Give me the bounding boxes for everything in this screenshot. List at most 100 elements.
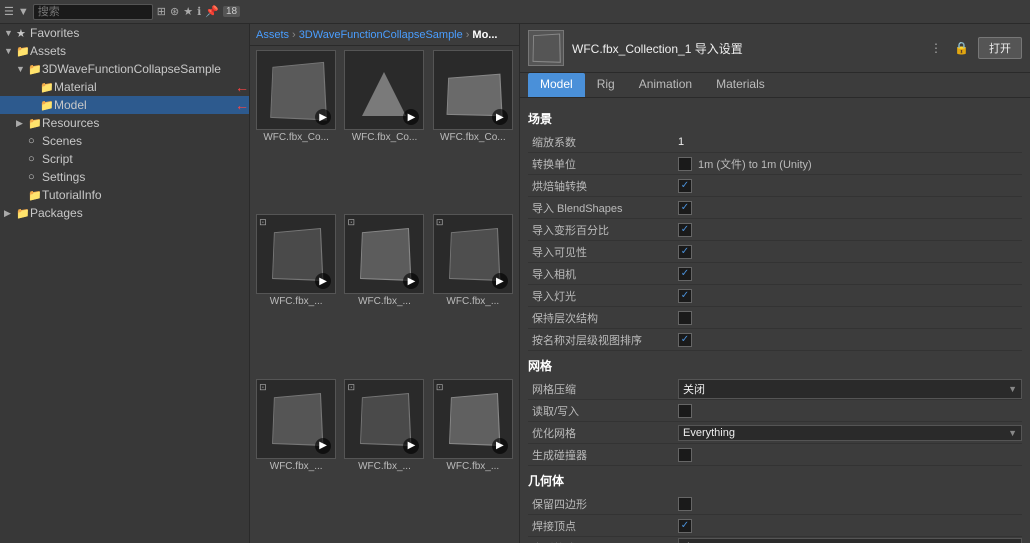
prop-deform-checkbox[interactable] bbox=[678, 223, 692, 237]
search-input[interactable] bbox=[33, 4, 153, 20]
inspector-tab-bar: Model Rig Animation Materials bbox=[520, 73, 1030, 98]
inspector-actions: ⋮ 🔒 打开 bbox=[927, 37, 1022, 59]
tab-animation[interactable]: Animation bbox=[627, 73, 704, 97]
sidebar-item-favorites[interactable]: ▼ ★ Favorites bbox=[0, 24, 249, 42]
asset-thumbnail: ▶ bbox=[256, 50, 336, 130]
asset-label: WFC.fbx_... bbox=[344, 296, 424, 307]
folder-icon: 📁 bbox=[16, 45, 30, 58]
folder-packages-label: Packages bbox=[30, 206, 249, 220]
prop-rw-checkbox[interactable] bbox=[678, 404, 692, 418]
prop-quads-checkbox[interactable] bbox=[678, 497, 692, 511]
sidebar-item-resources[interactable]: ▶ 📁 Resources bbox=[0, 114, 249, 132]
open-button[interactable]: 打开 bbox=[978, 37, 1022, 59]
tab-model[interactable]: Model bbox=[528, 73, 585, 97]
sidebar-item-material[interactable]: ▶ 📁 Material ← bbox=[0, 78, 249, 96]
asset-thumbnail: ⊡ ▶ bbox=[344, 214, 424, 294]
breadcrumb-current: Mo... bbox=[472, 29, 497, 41]
list-item[interactable]: ⊡ ▶ WFC.fbx_... bbox=[254, 379, 338, 539]
play-icon: ▶ bbox=[315, 438, 331, 454]
prop-sort-checkbox[interactable] bbox=[678, 333, 692, 347]
prop-quads-label: 保留四边形 bbox=[528, 496, 678, 512]
list-item[interactable]: ⊡ ▶ WFC.fbx_... bbox=[254, 214, 338, 374]
prop-mesh-compress: 网格压缩 关闭 ▼ bbox=[528, 378, 1022, 400]
prop-compress-dropdown[interactable]: 关闭 ▼ bbox=[678, 379, 1022, 399]
tab-rig[interactable]: Rig bbox=[585, 73, 627, 97]
prop-collider-checkbox[interactable] bbox=[678, 448, 692, 462]
menu-icon[interactable]: ☰ bbox=[4, 5, 14, 18]
breadcrumb: Assets › 3DWaveFunctionCollapseSample › … bbox=[250, 24, 519, 46]
prop-scale-value[interactable]: 1 bbox=[678, 136, 1022, 148]
asset-thumbnail: ⊡ ▶ bbox=[433, 214, 513, 294]
sidebar-item-tutorialinfo[interactable]: ▶ 📁 TutorialInfo bbox=[0, 186, 249, 204]
tab-materials[interactable]: Materials bbox=[704, 73, 777, 97]
list-item[interactable]: ▶ WFC.fbx_Co... bbox=[431, 50, 515, 210]
prop-light-label: 导入灯光 bbox=[528, 288, 678, 304]
folder-scenes-icon: ○ bbox=[28, 135, 42, 147]
sidebar-item-scenes[interactable]: ▶ ○ Scenes bbox=[0, 132, 249, 150]
prop-bake-checkbox[interactable] bbox=[678, 179, 692, 193]
prop-collider-label: 生成碰撞器 bbox=[528, 447, 678, 463]
layout-icon[interactable]: ⊞ bbox=[157, 5, 166, 18]
prop-weld-label: 焊接顶点 bbox=[528, 518, 678, 534]
prop-read-write: 读取/写入 bbox=[528, 400, 1022, 422]
play-icon: ▶ bbox=[403, 109, 419, 125]
asset-label: WFC.fbx_Co... bbox=[433, 132, 513, 143]
asset-thumbnail: ⊡ ▶ bbox=[256, 214, 336, 294]
play-icon: ▶ bbox=[492, 109, 508, 125]
prop-deform-label: 导入变形百分比 bbox=[528, 222, 678, 238]
list-item[interactable]: ▶ WFC.fbx_Co... bbox=[254, 50, 338, 210]
chevron-down-icon: ▼ bbox=[1008, 384, 1017, 394]
overflow-icon[interactable]: ⋮ bbox=[927, 40, 945, 56]
prop-import-deform: 导入变形百分比 bbox=[528, 219, 1022, 241]
section-geometry-title: 几何体 bbox=[528, 472, 1022, 489]
prop-scale-factor: 缩放系数 1 bbox=[528, 131, 1022, 153]
section-mesh-title: 网格 bbox=[528, 357, 1022, 374]
prop-convert-checkbox[interactable] bbox=[678, 157, 692, 171]
pin-icon[interactable]: 📌 bbox=[205, 5, 219, 18]
arrow-icon[interactable]: ▼ bbox=[18, 6, 29, 18]
filter-icon[interactable]: ⊛ bbox=[170, 5, 179, 18]
annotation-arrow: ← bbox=[235, 79, 249, 95]
list-item[interactable]: ▶ WFC.fbx_Co... bbox=[342, 50, 426, 210]
annotation-arrow-2: ← bbox=[235, 97, 249, 113]
sidebar-item-3dwfc[interactable]: ▼ 📁 3DWaveFunctionCollapseSample bbox=[0, 60, 249, 78]
prop-import-blend: 导入 BlendShapes bbox=[528, 197, 1022, 219]
sidebar-item-packages[interactable]: ▶ 📁 Packages bbox=[0, 204, 249, 222]
sidebar-item-script[interactable]: ▶ ○ Script bbox=[0, 150, 249, 168]
prop-light-checkbox[interactable] bbox=[678, 289, 692, 303]
prop-weld-checkbox[interactable] bbox=[678, 519, 692, 533]
prop-camera-checkbox[interactable] bbox=[678, 267, 692, 281]
folder-3dwfc-icon: 📁 bbox=[28, 63, 42, 76]
arrow-resources: ▶ bbox=[16, 118, 28, 129]
folder-settings-icon: ○ bbox=[28, 171, 42, 183]
prop-blend-label: 导入 BlendShapes bbox=[528, 200, 678, 216]
star-icon[interactable]: ★ bbox=[183, 5, 193, 18]
sidebar-item-assets[interactable]: ▼ 📁 Assets bbox=[0, 42, 249, 60]
breadcrumb-assets[interactable]: Assets bbox=[256, 29, 289, 41]
breadcrumb-3dwfc[interactable]: 3DWaveFunctionCollapseSample bbox=[299, 29, 463, 41]
sidebar-item-model[interactable]: ▶ 📁 Model ← bbox=[0, 96, 249, 114]
folder-3dwfc-label: 3DWaveFunctionCollapseSample bbox=[42, 62, 249, 76]
prop-import-visibility: 导入可见性 bbox=[528, 241, 1022, 263]
prop-import-camera: 导入相机 bbox=[528, 263, 1022, 285]
asset-grid: ▶ WFC.fbx_Co... ▶ WFC.fbx_Co... ▶ WFC.fb… bbox=[250, 46, 519, 543]
prop-index-dropdown[interactable]: 自动 ▼ bbox=[678, 538, 1022, 543]
list-item[interactable]: ⊡ ▶ WFC.fbx_... bbox=[431, 379, 515, 539]
info-icon[interactable]: ℹ bbox=[197, 5, 201, 18]
prop-hierarchy-checkbox[interactable] bbox=[678, 311, 692, 325]
prop-compress-label: 网格压缩 bbox=[528, 381, 678, 397]
breadcrumb-sep2: › bbox=[466, 29, 470, 41]
section-scene-title: 场景 bbox=[528, 110, 1022, 127]
list-item[interactable]: ⊡ ▶ WFC.fbx_... bbox=[431, 214, 515, 374]
prop-blend-checkbox[interactable] bbox=[678, 201, 692, 215]
prop-optimize-dropdown[interactable]: Everything ▼ bbox=[678, 425, 1022, 441]
prop-visibility-checkbox[interactable] bbox=[678, 245, 692, 259]
lock-icon[interactable]: 🔒 bbox=[951, 40, 972, 56]
asset-thumbnail: ⊡ ▶ bbox=[344, 379, 424, 459]
list-item[interactable]: ⊡ ▶ WFC.fbx_... bbox=[342, 379, 426, 539]
folder-material-icon: 📁 bbox=[40, 81, 54, 94]
list-item[interactable]: ⊡ ▶ WFC.fbx_... bbox=[342, 214, 426, 374]
prop-optimize-value: Everything bbox=[683, 427, 735, 439]
inspector-title: WFC.fbx_Collection_1 导入设置 bbox=[572, 40, 919, 57]
sidebar-item-settings[interactable]: ▶ ○ Settings bbox=[0, 168, 249, 186]
